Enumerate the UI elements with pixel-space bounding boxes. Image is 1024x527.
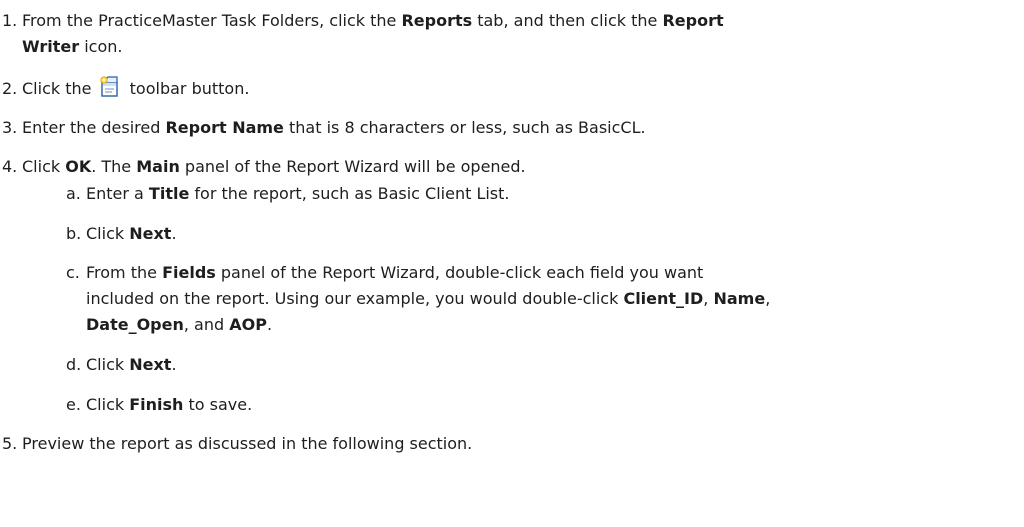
ui-term-next: Next (129, 355, 172, 374)
step-text: tab, and then click the (472, 11, 663, 30)
step-text: Preview the report as discussed in the f… (22, 434, 473, 453)
substep-letter: d. (66, 355, 82, 374)
step-number: 2. (2, 79, 18, 98)
step-text: that is 8 characters or less, such as Ba… (283, 118, 646, 137)
substep-letter: e. (66, 395, 81, 414)
ui-term-fields: Fields (162, 263, 216, 282)
step-3: 3. Enter the desired Report Name that is … (2, 116, 1002, 140)
substep-text: , (703, 289, 714, 308)
substep-text: , (765, 289, 771, 308)
step-text: icon. (79, 37, 123, 56)
substep-c-continued: Date_Open, and AOP. (86, 313, 272, 337)
substep-text: From the (86, 263, 163, 282)
step-text: Enter the desired (22, 118, 166, 137)
substep-b: b. Click Next. (66, 222, 177, 246)
ui-term-finish: Finish (129, 395, 184, 414)
substep-a: a. Enter a Title for the report, such as … (66, 182, 510, 206)
ui-term-report-writer: Writer (22, 37, 80, 56)
ui-term-main: Main (136, 157, 180, 176)
step-4: 4. Click OK. The Main panel of the Report… (2, 155, 1002, 179)
step-text: . The (91, 157, 137, 176)
step-5: 5. Preview the report as discussed in the… (2, 432, 1002, 456)
step-1-continued: Writer icon. (22, 35, 122, 59)
step-text: From the PracticeMaster Task Folders, cl… (22, 11, 402, 30)
step-1: 1. From the PracticeMaster Task Folders, … (2, 9, 1002, 33)
substep-text: Click (86, 355, 130, 374)
substep-text: Click (86, 395, 130, 414)
step-number: 4. (2, 157, 18, 176)
new-report-icon (99, 76, 121, 98)
substep-text: to save. (183, 395, 253, 414)
step-text: panel of the Report Wizard will be opene… (179, 157, 526, 176)
ui-term-next: Next (129, 224, 172, 243)
step-text: Click (22, 157, 66, 176)
substep-d: d. Click Next. (66, 353, 177, 377)
substep-e: e. Click Finish to save. (66, 393, 252, 417)
step-text: Click the (22, 79, 97, 98)
substep-letter: a. (66, 184, 81, 203)
substep-text: Enter a (86, 184, 149, 203)
substep-text: , and (183, 315, 230, 334)
field-date-open: Date_Open (86, 315, 184, 334)
field-aop: AOP (229, 315, 267, 334)
step-2: 2. Click the toolbar button. (2, 76, 1002, 101)
substep-letter: b. (66, 224, 82, 243)
substep-text: panel of the Report Wizard, double-click… (215, 263, 704, 282)
ui-term-title: Title (148, 184, 190, 203)
field-client-id: Client_ID (623, 289, 704, 308)
substep-text: . (171, 224, 177, 243)
field-name: Name (713, 289, 766, 308)
step-number: 1. (2, 11, 18, 30)
substep-text: . (266, 315, 273, 334)
ui-term-report-writer: Report (662, 11, 724, 30)
substep-text: . (171, 355, 177, 374)
ui-term-reports: Reports (401, 11, 473, 30)
substep-c: c. From the Fields panel of the Report Wi… (66, 261, 703, 285)
substep-letter: c. (66, 263, 80, 282)
ui-term-report-name: Report Name (165, 118, 284, 137)
substep-c-continued: included on the report. Using our exampl… (86, 287, 770, 311)
substep-text: for the report, such as Basic Client Lis… (189, 184, 510, 203)
step-number: 3. (2, 118, 18, 137)
substep-text: included on the report. Using our exampl… (86, 289, 624, 308)
step-number: 5. (2, 434, 18, 453)
substep-text: Click (86, 224, 130, 243)
ui-term-ok: OK (65, 157, 92, 176)
step-text: toolbar button. (124, 79, 250, 98)
